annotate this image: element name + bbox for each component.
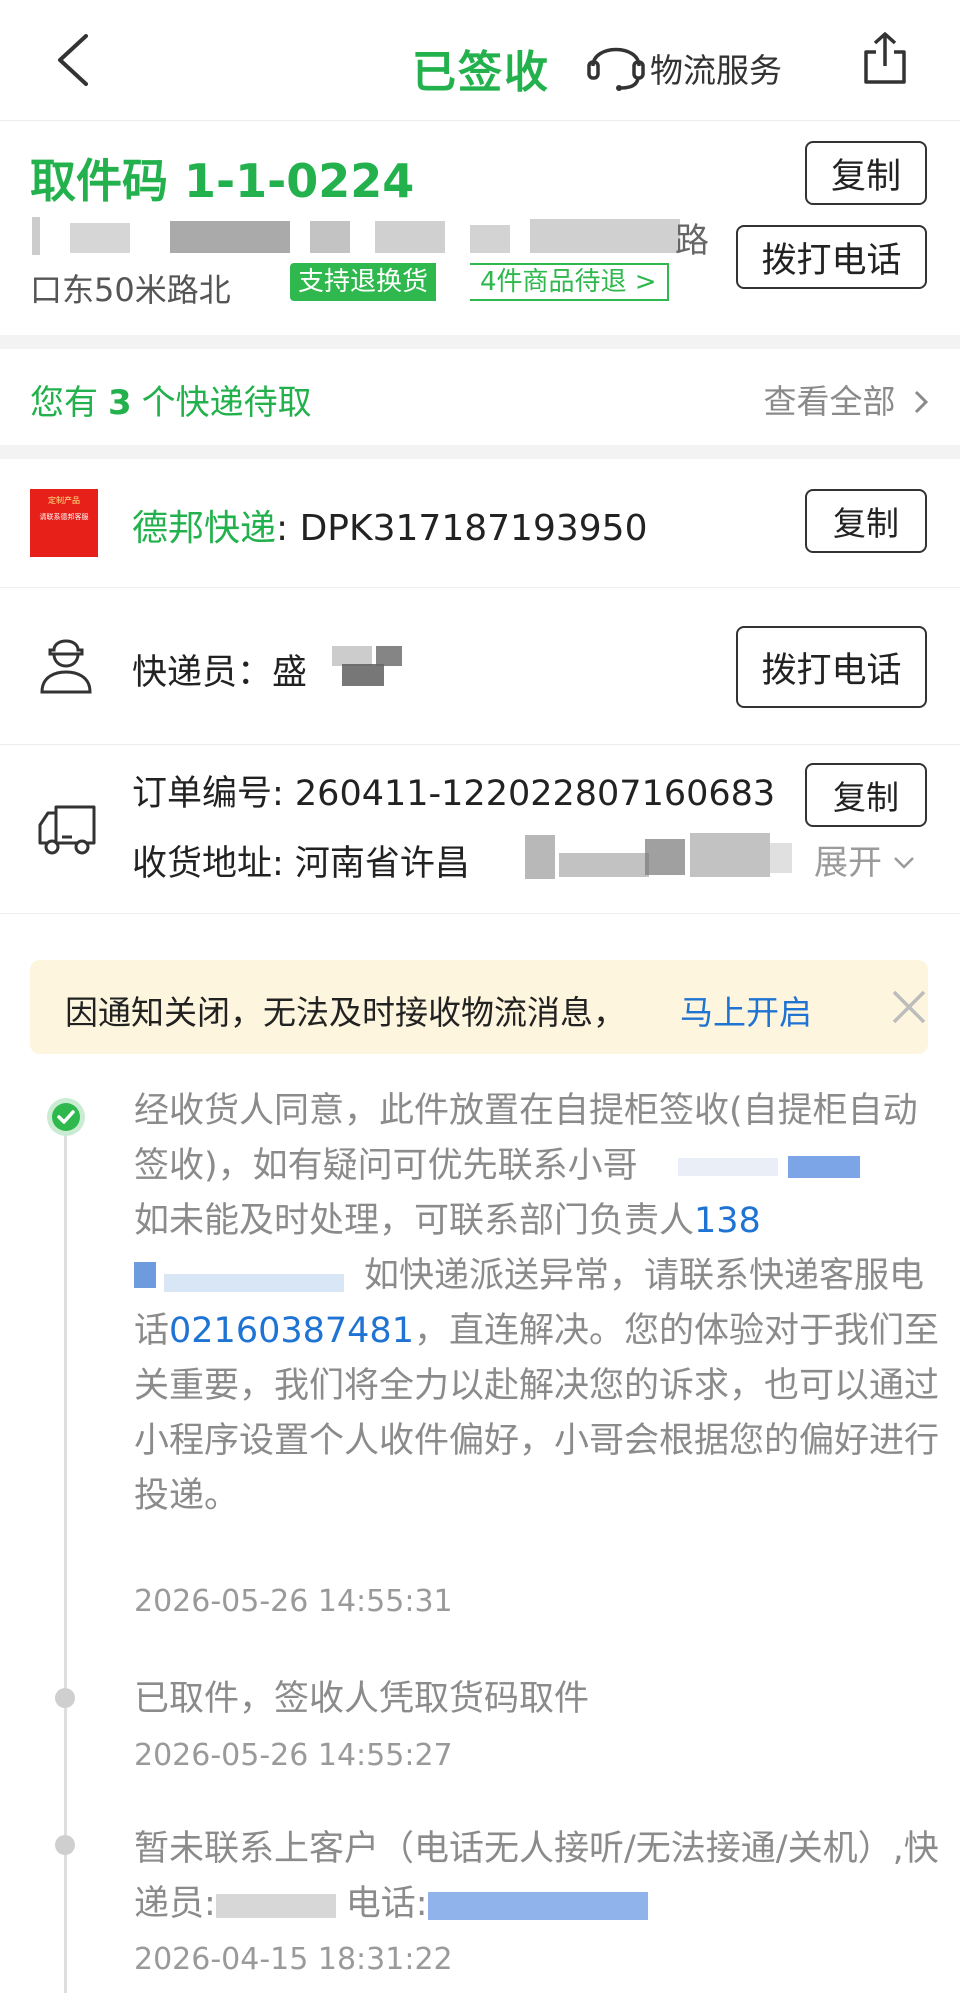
back-arrow-icon[interactable] — [50, 30, 100, 90]
manager-phone-link[interactable]: 138 — [694, 1201, 761, 1241]
pickup-code-value: 1-1-0224 — [184, 154, 415, 208]
courier-name: 快递员：盛 — [132, 653, 308, 693]
event-time: 2026-05-26 14:55:31 — [134, 1584, 453, 1619]
timeline-event-2: 已取件，签收人凭取货码取件 — [134, 1679, 590, 1719]
timeline-event-1: 经收货人同意，此件放置在自提柜签收(自提柜自动签收)，如有疑问可优先联系小哥 如未… — [134, 1084, 946, 1524]
logistics-service-link[interactable]: 物流服务 — [650, 44, 782, 92]
pickup-section: 取件码 1-1-0224 复制 路 口东50米路北 支持退换货 4件商品待退 > … — [0, 121, 960, 335]
timeline-dot — [55, 1688, 75, 1708]
carrier-name: 德邦快递 — [132, 508, 277, 549]
service-phone-link[interactable]: 02160387481 — [169, 1311, 414, 1351]
copy-order-button[interactable]: 复制 — [805, 763, 927, 827]
pending-count: 3 — [108, 383, 132, 423]
notification-banner: 因通知关闭，无法及时接收物流消息， 马上开启 — [30, 960, 928, 1054]
carrier-logo-line: 请联系德邦客服 — [39, 513, 89, 521]
event-text: 如未能及时处理，可联系部门负责人 — [134, 1201, 695, 1241]
check-circle-icon — [47, 1098, 85, 1136]
event-time: 2026-05-26 14:55:27 — [134, 1738, 453, 1773]
view-all-label: 查看全部 — [763, 382, 896, 421]
view-all-link[interactable]: 查看全部 — [764, 375, 931, 423]
section-divider — [0, 445, 960, 459]
order-number: 订单编号: 260411-122022807160683 — [132, 774, 776, 814]
event-time: 2026-04-15 18:31:22 — [134, 1942, 453, 1977]
notice-text: 因通知关闭，无法及时接收物流消息， — [65, 993, 626, 1032]
courier-person-icon — [40, 639, 92, 694]
return-support-tag: 支持退换货 — [290, 263, 437, 301]
pending-suffix: 个快递待取 — [141, 383, 312, 423]
chevron-right-icon — [914, 390, 929, 414]
expand-label: 展开 — [814, 843, 882, 883]
pickup-code: 取件码 1-1-0224 — [30, 145, 414, 211]
order-row: 订单编号: 260411-122022807160683 复制 收货地址: 河南… — [0, 745, 960, 914]
enable-notification-link[interactable]: 马上开启 — [680, 986, 812, 1034]
pending-prefix: 您有 — [30, 383, 98, 423]
event-text: 电话: — [345, 1884, 428, 1924]
courier-name-blurred — [332, 642, 402, 690]
pending-packages-row[interactable]: 您有 3 个快递待取 查看全部 — [0, 349, 960, 445]
chevron-down-icon — [893, 857, 914, 869]
blurred-phone — [134, 1262, 364, 1292]
top-bar: 已签收 物流服务 — [0, 0, 960, 121]
share-icon[interactable] — [860, 30, 910, 88]
pickup-code-label: 取件码 — [30, 154, 168, 208]
address-line1-tail: 路 — [675, 221, 709, 261]
carrier-logo-line: 定制产品 — [48, 496, 80, 505]
address-detail-blurred — [525, 831, 795, 881]
timeline-line — [64, 1110, 67, 1993]
blurred-phone — [638, 1152, 918, 1182]
delivery-truck-icon — [38, 805, 96, 855]
tracking-number: : DPK317187193950 — [276, 508, 648, 549]
pending-return-tag[interactable]: 4件商品待退 > — [470, 263, 669, 301]
call-courier-button[interactable]: 拨打电话 — [736, 626, 927, 708]
timeline-event-3: 暂未联系上客户（电话无人接听/无法接通/关机）,快递员: 电话: — [134, 1822, 946, 1932]
carrier-logo: 定制产品 请联系德邦客服 — [30, 489, 98, 557]
expand-link[interactable]: 展开 — [814, 835, 915, 884]
timeline-dot — [55, 1835, 75, 1855]
address-blurred: 路 — [30, 211, 730, 261]
section-divider — [0, 335, 960, 349]
blurred-phone — [427, 1888, 658, 1922]
carrier-row: 定制产品 请联系德邦客服 德邦快递: DPK317187193950 复制 — [0, 459, 960, 588]
close-icon[interactable] — [886, 984, 932, 1030]
call-locker-button[interactable]: 拨打电话 — [736, 225, 927, 289]
blurred-name — [215, 1890, 346, 1920]
page-title: 已签收 — [412, 47, 550, 98]
headset-icon[interactable] — [585, 34, 647, 92]
copy-tracking-button[interactable]: 复制 — [805, 489, 927, 553]
tracking-info: 德邦快递: DPK317187193950 — [132, 499, 647, 551]
address-line2: 口东50米路北 — [30, 271, 231, 309]
pending-count-text: 您有 3 个快递待取 — [30, 375, 312, 424]
copy-code-button[interactable]: 复制 — [805, 141, 927, 205]
courier-person-row: 快递员：盛 拨打电话 — [0, 588, 960, 745]
receiving-address: 收货地址: 河南省许昌 — [132, 844, 470, 884]
